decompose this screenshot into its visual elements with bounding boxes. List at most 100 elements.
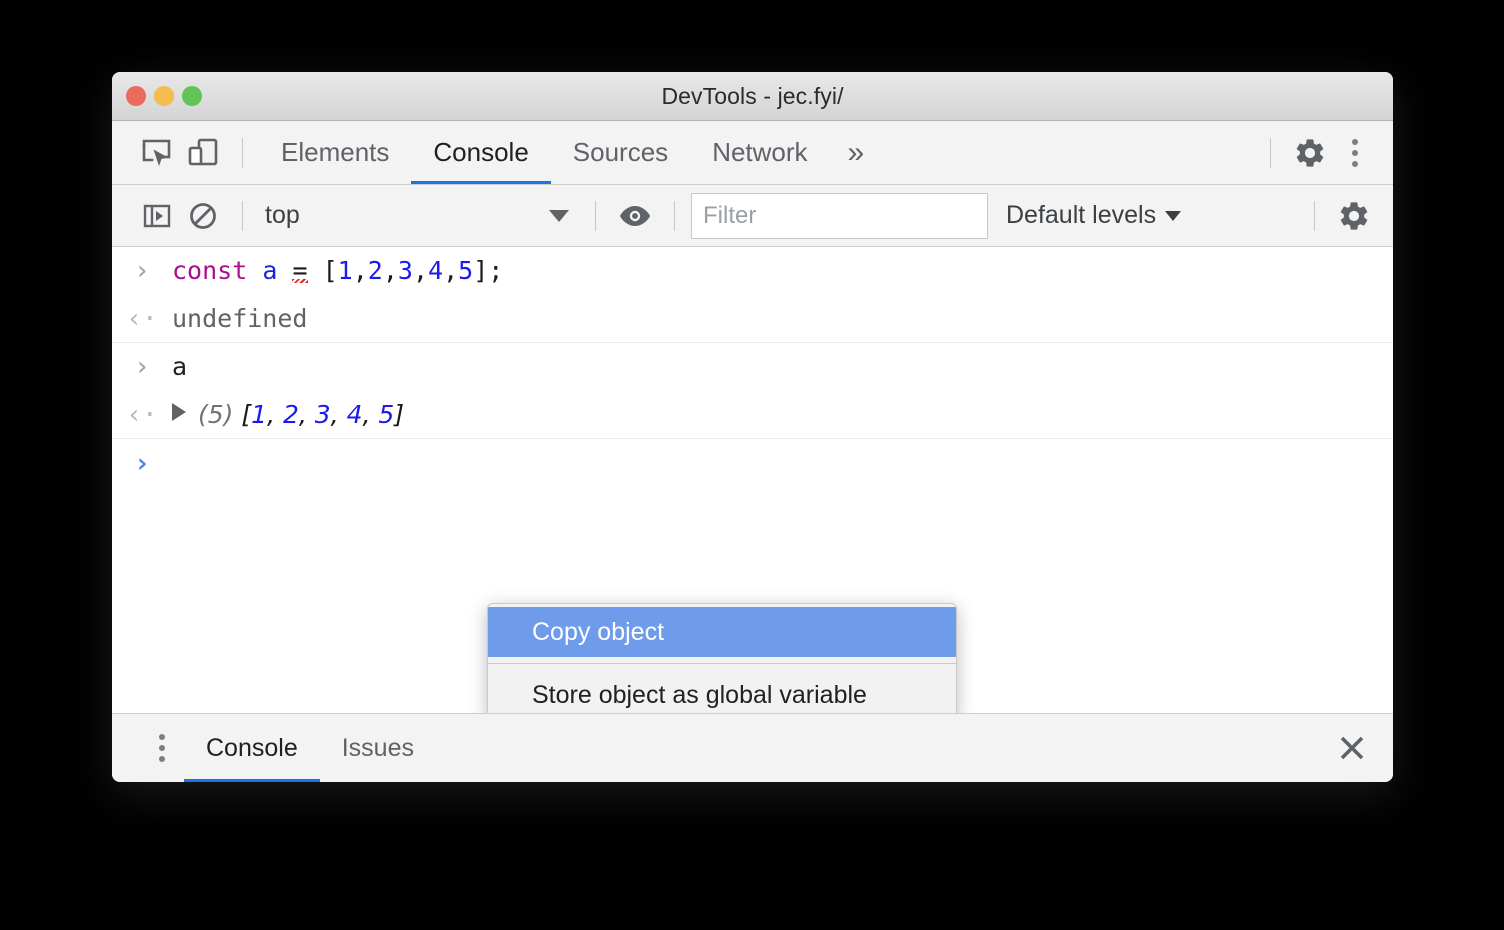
context-menu-item-copy-object[interactable]: Copy object xyxy=(488,607,956,657)
token-bracket-close: ] xyxy=(473,256,489,285)
token-number: 1 xyxy=(337,256,353,285)
tab-sources[interactable]: Sources xyxy=(551,121,690,184)
device-toolbar-icon[interactable] xyxy=(180,130,226,176)
console-message-list[interactable]: › const a = [1,2,3,4,5]; ‹· undefined › … xyxy=(112,247,1393,713)
array-comma: , xyxy=(330,400,347,429)
tab-console[interactable]: Console xyxy=(411,121,552,184)
execution-context-selector[interactable]: top xyxy=(259,196,579,236)
close-icon xyxy=(1340,736,1364,760)
token-comma: , xyxy=(352,256,368,285)
settings-gear-icon[interactable] xyxy=(1287,130,1333,176)
console-toolbar-divider-3 xyxy=(674,200,675,231)
kebab-dot xyxy=(1352,138,1358,145)
log-levels-selector[interactable]: Default levels xyxy=(1006,201,1182,230)
console-array-preview[interactable]: (5) [1, 2, 3, 4, 5] xyxy=(172,397,1393,433)
console-output-row[interactable]: ‹· undefined xyxy=(112,295,1393,343)
console-settings-gear-icon[interactable] xyxy=(1331,193,1377,239)
console-input-row[interactable]: › const a = [1,2,3,4,5]; xyxy=(112,247,1393,295)
drawer-tab-issues-label: Issues xyxy=(341,733,414,762)
output-chevron-icon: ‹· xyxy=(126,400,158,430)
console-toolbar-divider-1 xyxy=(242,200,243,231)
console-output-value: undefined xyxy=(172,304,308,333)
tab-console-label: Console xyxy=(433,137,529,167)
array-comma: , xyxy=(267,400,283,429)
drawer-tab-console-label: Console xyxy=(206,733,298,762)
token-number: 3 xyxy=(397,256,413,285)
array-item: 1 xyxy=(251,400,268,429)
chevron-down-icon xyxy=(1165,210,1182,221)
console-input-row[interactable]: › a xyxy=(112,343,1393,391)
kebab-dot xyxy=(1352,160,1358,167)
array-comma: , xyxy=(362,400,379,429)
expand-arrow-icon[interactable] xyxy=(172,403,186,421)
inspect-element-icon[interactable] xyxy=(134,130,180,176)
token-number: 4 xyxy=(428,256,444,285)
tab-network-label: Network xyxy=(712,137,808,167)
kebab-dot xyxy=(159,745,165,751)
token-bracket-open: [ xyxy=(322,256,338,285)
console-output-row[interactable]: ‹· (5) [1, 2, 3, 4, 5] xyxy=(112,391,1393,439)
drawer-tab-issues[interactable]: Issues xyxy=(320,714,436,782)
console-toolbar-right xyxy=(1298,185,1377,246)
minimize-window-button[interactable] xyxy=(154,86,174,106)
token-number: 2 xyxy=(367,256,383,285)
toolbar-divider-right xyxy=(1270,137,1271,168)
array-item: 5 xyxy=(378,400,395,429)
console-toolbar-divider-2 xyxy=(595,200,596,231)
array-length-label: (5) xyxy=(198,400,234,429)
execution-context-value: top xyxy=(265,201,300,229)
console-input-expression: const a = [1,2,3,4,5]; xyxy=(172,253,1393,289)
close-window-button[interactable] xyxy=(126,86,146,106)
drawer-menu-kebab-icon[interactable] xyxy=(140,726,184,770)
kebab-dot xyxy=(159,734,165,740)
tab-network[interactable]: Network xyxy=(690,121,829,184)
tab-sources-label: Sources xyxy=(572,137,669,167)
main-menu-kebab-icon[interactable] xyxy=(1333,131,1377,175)
token-keyword: const xyxy=(172,256,248,285)
input-chevron-icon: › xyxy=(134,352,150,382)
array-bracket-open: [ xyxy=(241,400,252,429)
output-chevron-icon: ‹· xyxy=(126,304,158,334)
panel-tab-list: Elements Console Sources Network » xyxy=(259,121,882,184)
context-menu[interactable]: Copy object Store object as global varia… xyxy=(487,603,957,713)
array-item: 3 xyxy=(314,400,331,429)
prompt-chevron-icon: › xyxy=(133,448,151,479)
token-semicolon: ; xyxy=(488,256,504,285)
array-comma: , xyxy=(298,400,315,429)
zoom-window-button[interactable] xyxy=(182,86,202,106)
token-comma: , xyxy=(412,256,429,285)
token-comma: , xyxy=(382,256,398,285)
token-operator: = xyxy=(292,256,308,285)
kebab-dot xyxy=(1352,149,1358,156)
more-tabs-button[interactable]: » xyxy=(830,121,883,184)
toolbar-divider xyxy=(242,137,243,168)
live-expression-eye-icon[interactable] xyxy=(612,193,658,239)
log-levels-label: Default levels xyxy=(1006,201,1157,229)
drawer-tab-console[interactable]: Console xyxy=(184,714,320,782)
tab-elements[interactable]: Elements xyxy=(259,121,411,184)
tab-elements-label: Elements xyxy=(281,137,390,167)
console-prompt-row[interactable]: › xyxy=(112,439,1393,485)
context-menu-item-label: Copy object xyxy=(532,617,665,646)
more-tabs-label: » xyxy=(847,135,865,169)
console-toolbar: top Default levels xyxy=(112,185,1393,247)
filter-input[interactable] xyxy=(691,192,988,239)
token-number: 5 xyxy=(458,256,474,285)
array-bracket-close: ] xyxy=(394,400,405,429)
devtools-window: DevTools - jec.fyi/ Elements Console Sou… xyxy=(112,72,1393,782)
window-titlebar: DevTools - jec.fyi/ xyxy=(112,72,1393,121)
main-toolbar: Elements Console Sources Network » xyxy=(112,121,1393,185)
clear-console-icon[interactable] xyxy=(180,193,226,239)
main-toolbar-right xyxy=(1254,121,1377,184)
context-menu-item-store-global[interactable]: Store object as global variable xyxy=(488,670,956,713)
token-identifier: a xyxy=(262,256,278,285)
screenshot-root: DevTools - jec.fyi/ Elements Console Sou… xyxy=(0,0,1504,930)
input-chevron-icon: › xyxy=(134,256,150,286)
context-menu-item-label: Store object as global variable xyxy=(532,680,867,709)
kebab-dot xyxy=(159,756,165,762)
array-item: 4 xyxy=(346,400,363,429)
console-sidebar-toggle-icon[interactable] xyxy=(134,193,180,239)
close-drawer-button[interactable] xyxy=(1335,714,1369,782)
